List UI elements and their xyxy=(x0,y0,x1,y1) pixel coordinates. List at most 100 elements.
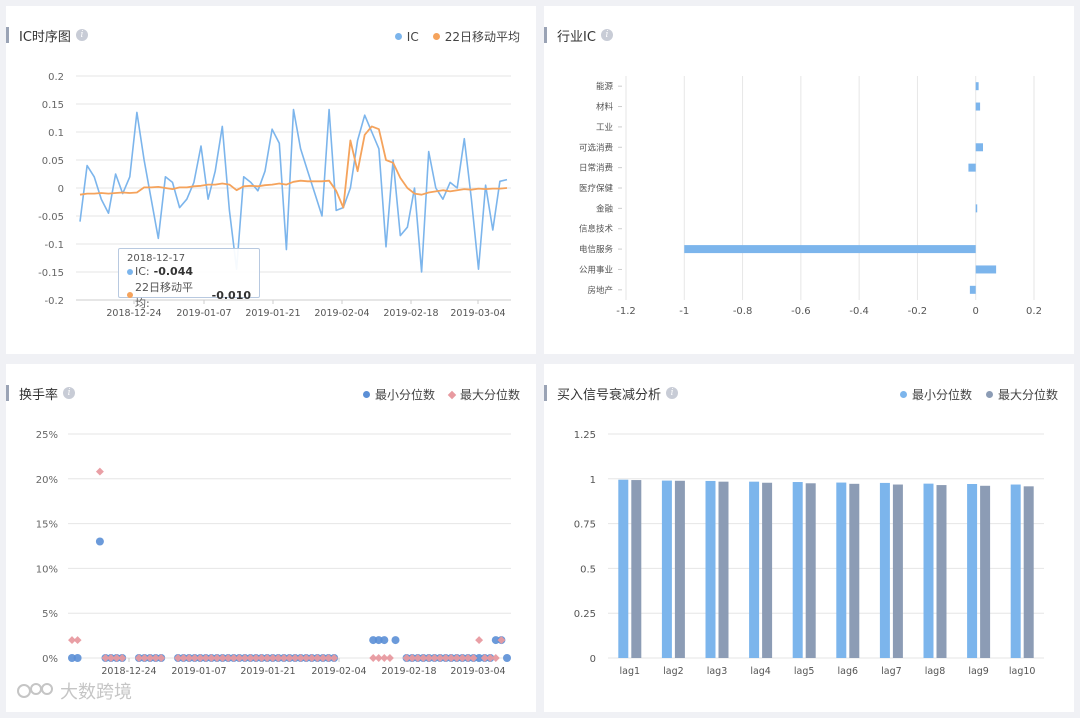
max-quantile-bar xyxy=(805,483,816,658)
min-quantile-point xyxy=(391,636,400,645)
ic-timeseries-panel: IC时序图 i IC 22日移动平均 0.2 0.15 0.1 0.05 0 -0.05-… xyxy=(6,6,536,354)
y-category-label: 工业 xyxy=(596,122,613,133)
y-tick-label: -0.2 xyxy=(44,296,64,307)
x-tick-label: -0.8 xyxy=(733,306,753,317)
tooltip-ic-value: -0.044 xyxy=(153,265,193,278)
y-tick-label: 5% xyxy=(42,609,58,620)
tooltip-ma-value: -0.010 xyxy=(211,288,251,302)
signal-decay-panel: 买入信号衰减分析 i 最小分位数 最大分位数 1.25 1 0.75 0.5 0.25 0… xyxy=(544,364,1074,712)
x-tick-label: 0 xyxy=(973,306,979,317)
x-category-label: lag6 xyxy=(838,666,859,677)
x-tick-label: 2019-02-04 xyxy=(311,666,366,677)
y-tick-label: 0.25 xyxy=(574,609,596,620)
watermark-text: 大数跨境 xyxy=(60,682,132,703)
y-tick-label: 0.5 xyxy=(580,564,596,575)
industry-bar-chart[interactable]: -1.2 -1 -0.8 -0.6 -0.4 -0.2 0 0.2 能源材料工业可选消费日常消费… xyxy=(544,6,1074,354)
turnover-panel: 换手率 i 最小分位数 最大分位数 25% 20% 15% 10% 5% 0% 2018-1… xyxy=(6,364,536,712)
tooltip-ma-label: 22日移动平均: xyxy=(135,281,193,310)
max-quantile-point xyxy=(475,636,484,645)
industry-bar xyxy=(975,265,997,274)
x-tick-label: -0.2 xyxy=(908,306,928,317)
x-tick-label: 2019-02-18 xyxy=(383,308,438,319)
y-tick-label: 0% xyxy=(42,654,58,665)
min-quantile-bar xyxy=(967,483,978,658)
min-quantile-bar xyxy=(705,480,716,658)
max-quantile-bar xyxy=(718,481,729,658)
x-tick-label: -0.4 xyxy=(849,306,869,317)
turnover-scatter-chart[interactable]: 25% 20% 15% 10% 5% 0% 2018-12-24 2019-01-07 2019… xyxy=(6,364,536,712)
min-quantile-bar xyxy=(749,481,760,658)
industry-ic-panel: 行业IC i -1.2 -1 -0.8 -0.6 -0.4 -0.2 0 0.2 能源 材料 工业可… xyxy=(544,6,1074,354)
x-tick-label: 2019-02-04 xyxy=(314,308,369,319)
ic-line-chart[interactable]: 0.2 0.15 0.1 0.05 0 -0.05 -0.1 -0.15 -0.2 2018-12… xyxy=(6,6,536,354)
y-tick-label: 0.15 xyxy=(42,100,64,111)
y-tick-label: 10% xyxy=(36,564,58,575)
min-quantile-bar xyxy=(1010,484,1021,658)
industry-bar xyxy=(969,285,976,294)
y-category-label: 材料 xyxy=(596,102,614,113)
x-tick-label: -0.6 xyxy=(791,306,811,317)
max-quantile-bar xyxy=(936,485,947,658)
x-tick-label: 0.2 xyxy=(1026,306,1042,317)
min-quantile-point xyxy=(95,537,104,546)
tooltip-row-ic: IC: -0.044 xyxy=(127,265,251,278)
x-tick-label: 2019-03-04 xyxy=(450,308,505,319)
x-tick-label: -1.2 xyxy=(616,306,636,317)
chart-tooltip: 2018-12-17 IC: -0.044 22日移动平均: -0.010 xyxy=(118,248,260,310)
x-category-label: lag2 xyxy=(663,666,684,677)
y-tick-label: 25% xyxy=(36,430,58,441)
y-category-label: 电信服务 xyxy=(579,244,614,255)
min-quantile-point xyxy=(503,654,511,662)
y-tick-label: 20% xyxy=(36,475,58,486)
x-category-label: lag9 xyxy=(968,666,989,677)
x-category-label: lag7 xyxy=(881,666,902,677)
x-tick-label: 2018-12-24 xyxy=(101,666,156,677)
max-quantile-point xyxy=(73,636,82,645)
y-category-label: 金融 xyxy=(596,203,614,214)
x-category-label: lag4 xyxy=(750,666,771,677)
y-category-label: 信息技术 xyxy=(579,224,614,235)
y-tick-label: 15% xyxy=(36,520,58,531)
y-tick-label: 0.2 xyxy=(48,72,64,83)
min-quantile-point xyxy=(380,636,389,645)
tooltip-date: 2018-12-17 xyxy=(127,253,186,264)
max-quantile-bar xyxy=(762,482,773,658)
industry-bar xyxy=(975,82,979,91)
x-tick-label: 2019-01-21 xyxy=(245,308,300,319)
y-category-label: 公用事业 xyxy=(579,264,613,275)
tooltip-ic-label: IC: xyxy=(135,265,150,278)
y-tick-label: 0.1 xyxy=(48,128,64,139)
y-tick-label: 0 xyxy=(590,654,596,665)
tooltip-dot-icon xyxy=(127,268,133,275)
max-quantile-point xyxy=(95,467,104,476)
x-category-label: lag1 xyxy=(620,666,641,677)
y-tick-label: 0 xyxy=(58,184,64,195)
tooltip-dot-icon xyxy=(127,292,133,298)
x-tick-label: 2019-01-07 xyxy=(171,666,226,677)
max-quantile-bar xyxy=(980,485,991,658)
tooltip-row-ma: 22日移动平均: -0.010 xyxy=(127,279,251,311)
y-tick-label: 1.25 xyxy=(574,430,596,441)
max-quantile-bar xyxy=(892,484,903,658)
min-quantile-bar xyxy=(923,483,934,658)
y-category-label: 可选消费 xyxy=(579,142,614,153)
max-quantile-bar xyxy=(631,480,642,658)
y-tick-label: 0.05 xyxy=(42,156,64,167)
industry-bar xyxy=(684,245,976,254)
y-category-label: 房地产 xyxy=(587,285,613,296)
y-tick-label: 1 xyxy=(590,475,596,486)
x-tick-label: 2019-01-21 xyxy=(240,666,295,677)
y-category-label: 医疗保健 xyxy=(579,183,614,194)
y-tick-label: -0.05 xyxy=(38,212,64,223)
y-tick-label: 0.75 xyxy=(574,520,596,531)
industry-bar xyxy=(968,163,976,172)
decay-bar-chart[interactable]: 1.25 1 0.75 0.5 0.25 0 lag1 lag2 lag3 lag4 lag5 lag… xyxy=(544,364,1074,712)
x-category-label: lag8 xyxy=(925,666,946,677)
x-category-label: lag10 xyxy=(1009,666,1036,677)
min-quantile-point xyxy=(73,654,82,662)
max-quantile-bar xyxy=(1023,486,1034,658)
min-quantile-bar xyxy=(792,482,803,658)
x-category-label: lag5 xyxy=(794,666,815,677)
y-category-label: 日常消费 xyxy=(579,163,614,174)
max-quantile-bar xyxy=(849,483,860,658)
